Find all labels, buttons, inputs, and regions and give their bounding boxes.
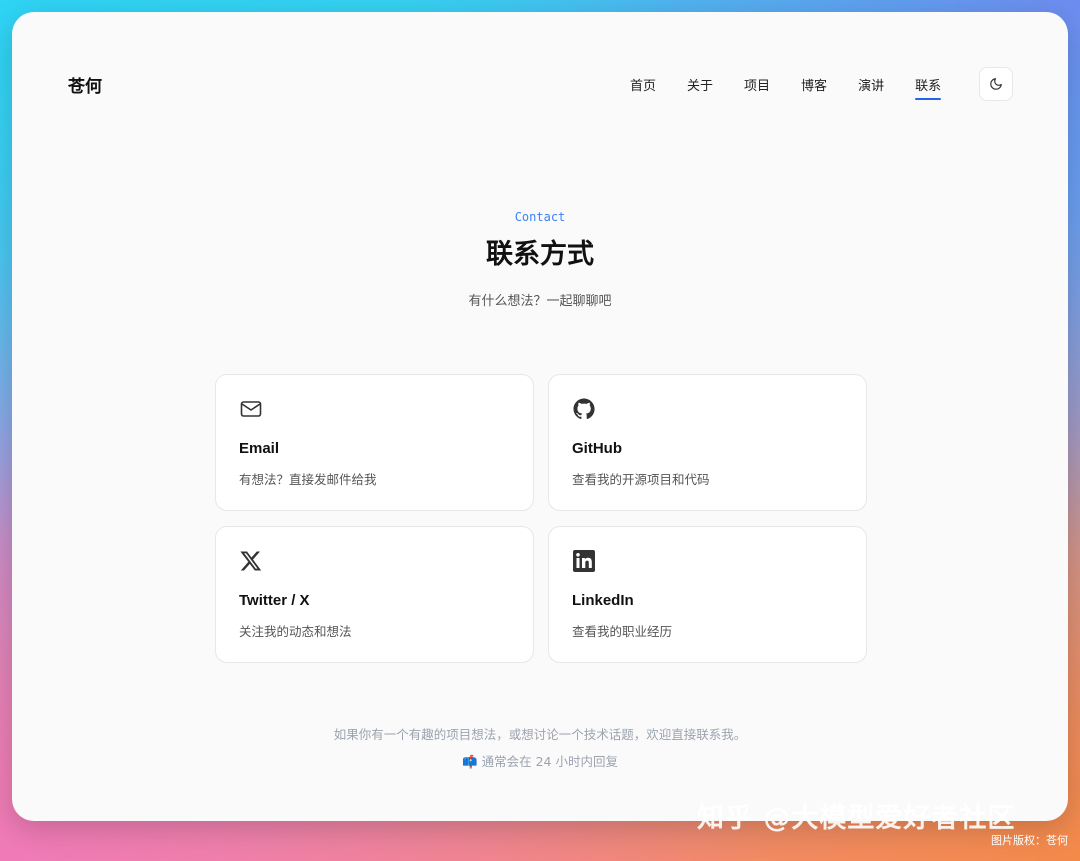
moon-icon: [990, 78, 1002, 90]
card-description: 查看我的职业经历: [572, 624, 673, 639]
nav-contact[interactable]: 联系: [915, 75, 942, 100]
contact-card-linkedin[interactable]: LinkedIn 查看我的职业经历: [548, 526, 867, 663]
card-title: GitHub: [572, 440, 622, 457]
card-title: Email: [239, 440, 280, 457]
contact-card-email[interactable]: Email 有想法？直接发邮件给我: [215, 374, 534, 511]
browser-window: 苍何 首页 关于 项目 博客 演讲 联系 Contact 联系方式 有什么想法？…: [12, 12, 1068, 821]
image-credit: 图片版权：苍何: [991, 834, 1068, 847]
footer-note: 如果你有一个有趣的项目想法，或想讨论一个技术话题，欢迎直接联系我。: [333, 727, 747, 742]
contact-card-github[interactable]: GitHub 查看我的开源项目和代码: [548, 374, 867, 511]
section-eyebrow: Contact: [514, 210, 566, 224]
card-description: 关注我的动态和想法: [239, 624, 352, 639]
nav-home[interactable]: 首页: [630, 75, 656, 98]
page-title: 联系方式: [486, 239, 594, 270]
nav-talks[interactable]: 演讲: [858, 75, 884, 98]
site-logo[interactable]: 苍何: [68, 72, 102, 97]
card-description: 查看我的开源项目和代码: [572, 472, 710, 487]
nav-about[interactable]: 关于: [687, 75, 713, 98]
theme-toggle-button[interactable]: [979, 67, 1013, 101]
card-title: Twitter / X: [239, 592, 310, 609]
main-nav: 首页 关于 项目 博客 演讲 联系: [630, 75, 972, 100]
mailbox-icon: 📫: [462, 754, 478, 769]
page-subtitle: 有什么想法？一起聊聊吧: [468, 294, 612, 309]
contact-card-twitter[interactable]: Twitter / X 关注我的动态和想法: [215, 526, 534, 663]
card-description: 有想法？直接发邮件给我: [239, 472, 377, 487]
card-title: LinkedIn: [572, 592, 634, 609]
mail-icon: [240, 401, 262, 417]
github-icon: [573, 398, 595, 420]
watermark-text: 知乎 @大模型爱好者社区: [697, 803, 1016, 834]
response-time-text: 通常会在 24 小时内回复: [481, 754, 618, 769]
nav-projects[interactable]: 项目: [744, 75, 770, 98]
response-time-note: 📫 通常会在 24 小时内回复: [12, 751, 1068, 770]
x-twitter-icon: [240, 551, 262, 571]
nav-blog[interactable]: 博客: [801, 75, 827, 98]
linkedin-icon: [573, 550, 595, 572]
